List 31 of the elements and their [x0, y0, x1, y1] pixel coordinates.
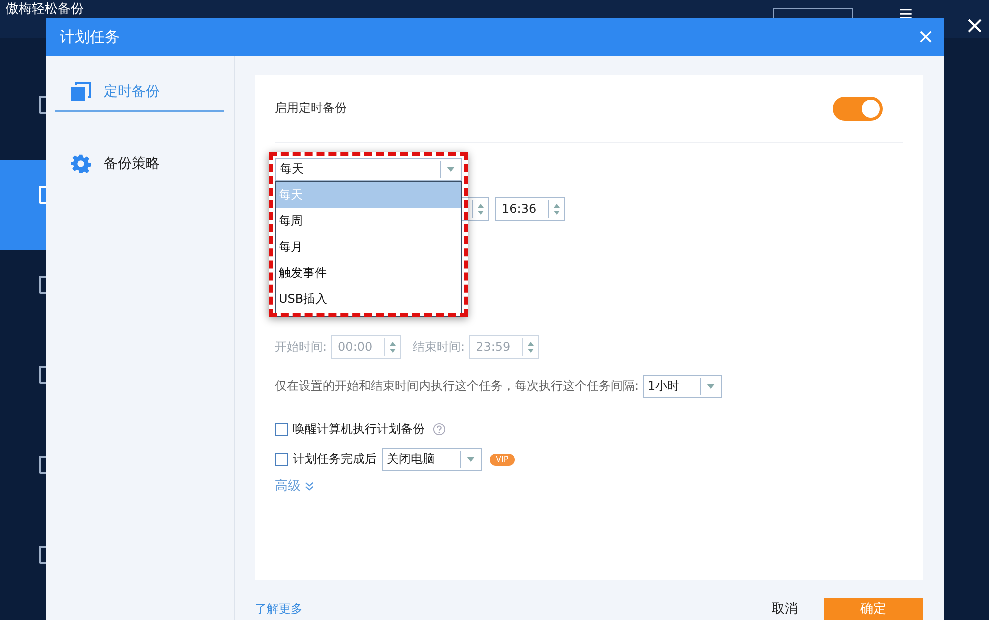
time-field[interactable]: 16:36	[495, 197, 565, 221]
caret-icon	[447, 167, 455, 172]
interval-dropdown[interactable]: 1小时	[643, 374, 722, 398]
frequency-dropdown[interactable]: 每天	[275, 158, 462, 181]
gear-icon	[71, 154, 91, 174]
checkbox[interactable]	[275, 423, 288, 436]
menu-icon[interactable]	[899, 9, 913, 19]
checkbox[interactable]	[275, 453, 288, 466]
help-icon[interactable]	[433, 423, 446, 436]
dropdown-option[interactable]: 触发事件	[276, 260, 461, 286]
app-title: 傲梅轻松备份	[5, 1, 84, 17]
sidebar-item[interactable]: 备份策略	[55, 146, 224, 182]
end-time-label: 结束时间:	[413, 338, 466, 356]
chevron-icon	[305, 482, 314, 490]
action-dropdown[interactable]: 关闭电脑	[382, 448, 482, 471]
vip-badge: VIP	[490, 454, 515, 466]
caret-icon	[707, 384, 716, 388]
option-label: 计划任务完成后	[293, 451, 377, 468]
close-icon[interactable]	[968, 19, 982, 33]
cancel-button[interactable]: 取消	[772, 600, 798, 618]
dropdown-option[interactable]: USB插入	[276, 286, 461, 312]
dropdown-option[interactable]: 每月	[276, 234, 461, 260]
interval-label: 仅在设置的开始和结束时间内执行这个任务，每次执行这个任务间隔:	[275, 378, 640, 394]
dialog-title: 计划任务	[60, 28, 121, 46]
copy-icon	[71, 82, 91, 102]
start-time-label: 开始时间:	[275, 338, 328, 356]
enable-label: 启用定时备份	[275, 100, 347, 117]
dropdown-option[interactable]: 每周	[276, 208, 461, 234]
caret-icon	[467, 457, 475, 462]
option-label: 唤醒计算机执行计划备份	[293, 421, 425, 438]
toggle-switch[interactable]	[833, 96, 883, 120]
